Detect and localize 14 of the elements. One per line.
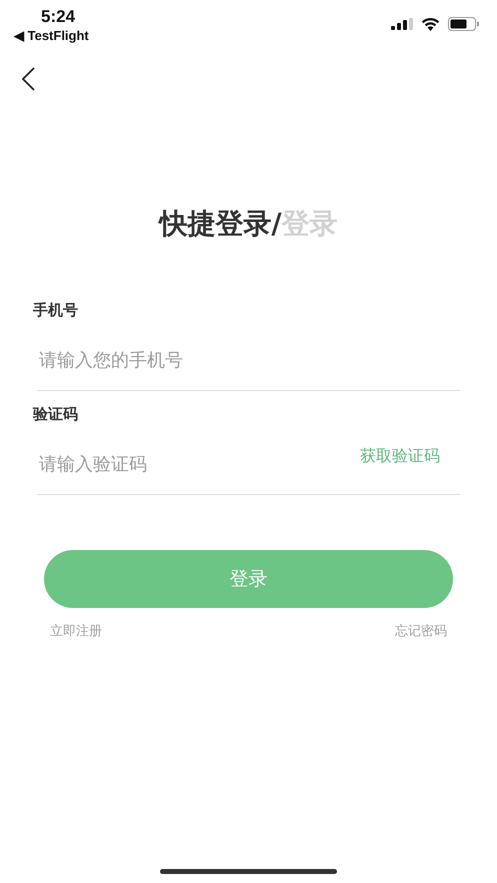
- login-button[interactable]: 登录: [44, 550, 453, 608]
- back-to-app-link[interactable]: ◀ TestFlight: [14, 28, 89, 44]
- wifi-icon: [421, 17, 440, 31]
- input-field[interactable]: 请输入您的手机号: [37, 330, 460, 391]
- forgot-password-link[interactable]: 忘记密码: [395, 622, 447, 640]
- title-separator: /: [271, 206, 282, 242]
- field-label: 验证码: [33, 404, 79, 424]
- status-time: 5:24: [41, 6, 76, 28]
- signal-icon: [391, 18, 413, 30]
- get-code-button[interactable]: 获取验证码: [360, 446, 440, 467]
- register-link[interactable]: 立即注册: [50, 622, 102, 640]
- battery-icon: [448, 17, 479, 31]
- login-mode-tab[interactable]: 快捷登录: [159, 206, 272, 242]
- field-label: 手机号: [33, 300, 79, 320]
